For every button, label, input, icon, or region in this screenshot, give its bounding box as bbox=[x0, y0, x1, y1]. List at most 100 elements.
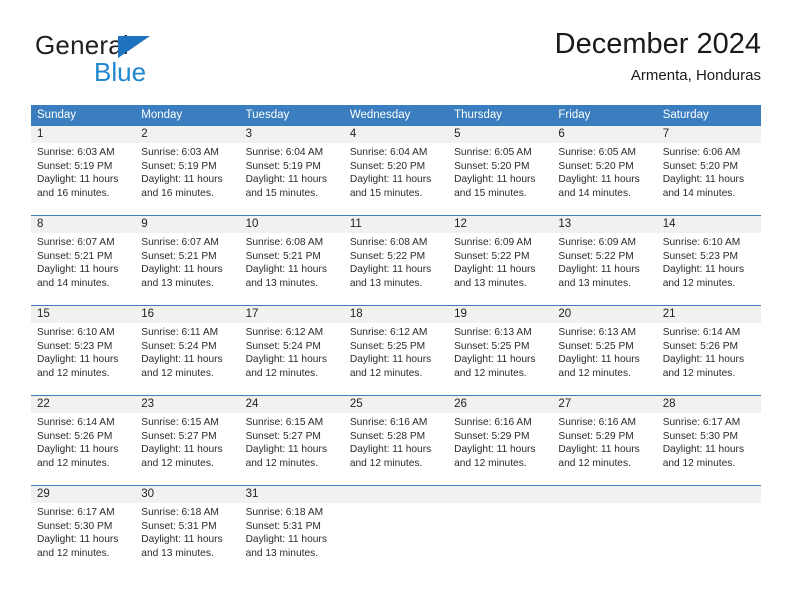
day-cell[interactable]: 20 Sunrise: 6:13 AM Sunset: 5:25 PM Dayl… bbox=[552, 306, 657, 395]
day-sun-info: Sunrise: 6:09 AM Sunset: 5:22 PM Dayligh… bbox=[558, 237, 640, 289]
day-number: 16 bbox=[135, 306, 240, 323]
day-cell[interactable]: 27 Sunrise: 6:16 AM Sunset: 5:29 PM Dayl… bbox=[552, 396, 657, 485]
day-number: 21 bbox=[656, 306, 761, 323]
day-cell[interactable]: 22 Sunrise: 6:14 AM Sunset: 5:26 PM Dayl… bbox=[31, 396, 136, 485]
day-number: 3 bbox=[239, 126, 344, 143]
day-cell[interactable]: 25 Sunrise: 6:16 AM Sunset: 5:28 PM Dayl… bbox=[343, 396, 449, 485]
day-cell[interactable]: 29 Sunrise: 6:17 AM Sunset: 5:30 PM Dayl… bbox=[31, 486, 136, 575]
day-sun-info: Sunrise: 6:13 AM Sunset: 5:25 PM Dayligh… bbox=[454, 327, 536, 379]
logo-text-general: General bbox=[35, 30, 129, 60]
day-number: 11 bbox=[343, 216, 449, 233]
day-cell[interactable]: 14 Sunrise: 6:10 AM Sunset: 5:23 PM Dayl… bbox=[656, 216, 761, 305]
day-sun-info: Sunrise: 6:03 AM Sunset: 5:19 PM Dayligh… bbox=[141, 147, 223, 199]
calendar-page: General Blue December 2024 Armenta, Hond… bbox=[0, 0, 792, 612]
day-sun-info: Sunrise: 6:05 AM Sunset: 5:20 PM Dayligh… bbox=[558, 147, 640, 199]
day-cell[interactable]: 21 Sunrise: 6:14 AM Sunset: 5:26 PM Dayl… bbox=[656, 306, 761, 395]
day-cell[interactable]: 31 Sunrise: 6:18 AM Sunset: 5:31 PM Dayl… bbox=[239, 486, 344, 575]
page-header: General Blue December 2024 Armenta, Hond… bbox=[31, 26, 761, 100]
day-sun-info: Sunrise: 6:04 AM Sunset: 5:19 PM Dayligh… bbox=[245, 147, 327, 199]
day-number bbox=[343, 486, 449, 503]
week-row: 1 Sunrise: 6:03 AM Sunset: 5:19 PM Dayli… bbox=[31, 126, 761, 215]
day-cell-empty bbox=[343, 486, 449, 575]
day-cell[interactable]: 4 Sunrise: 6:04 AM Sunset: 5:20 PM Dayli… bbox=[343, 126, 449, 215]
weekday-header-thursday: Thursday bbox=[454, 109, 503, 121]
day-number: 7 bbox=[656, 126, 761, 143]
day-cell[interactable]: 28 Sunrise: 6:17 AM Sunset: 5:30 PM Dayl… bbox=[656, 396, 761, 485]
page-subtitle: Armenta, Honduras bbox=[630, 67, 761, 84]
day-cell[interactable]: 18 Sunrise: 6:12 AM Sunset: 5:25 PM Dayl… bbox=[343, 306, 449, 395]
day-number: 24 bbox=[239, 396, 344, 413]
day-number: 27 bbox=[552, 396, 657, 413]
day-sun-info: Sunrise: 6:16 AM Sunset: 5:28 PM Dayligh… bbox=[349, 417, 432, 469]
day-number: 15 bbox=[31, 306, 136, 323]
day-number: 2 bbox=[135, 126, 240, 143]
day-number: 10 bbox=[239, 216, 344, 233]
day-sun-info: Sunrise: 6:07 AM Sunset: 5:21 PM Dayligh… bbox=[141, 237, 223, 289]
day-sun-info: Sunrise: 6:08 AM Sunset: 5:22 PM Dayligh… bbox=[349, 237, 432, 289]
day-cell[interactable]: 7 Sunrise: 6:06 AM Sunset: 5:20 PM Dayli… bbox=[656, 126, 761, 215]
day-sun-info: Sunrise: 6:12 AM Sunset: 5:25 PM Dayligh… bbox=[349, 327, 432, 379]
day-cell[interactable]: 5 Sunrise: 6:05 AM Sunset: 5:20 PM Dayli… bbox=[448, 126, 553, 215]
day-sun-info: Sunrise: 6:03 AM Sunset: 5:19 PM Dayligh… bbox=[37, 147, 119, 199]
week-row: 22 Sunrise: 6:14 AM Sunset: 5:26 PM Dayl… bbox=[31, 395, 761, 485]
day-cell[interactable]: 9 Sunrise: 6:07 AM Sunset: 5:21 PM Dayli… bbox=[135, 216, 240, 305]
day-cell[interactable]: 24 Sunrise: 6:15 AM Sunset: 5:27 PM Dayl… bbox=[239, 396, 344, 485]
day-sun-info: Sunrise: 6:14 AM Sunset: 5:26 PM Dayligh… bbox=[662, 327, 745, 379]
day-sun-info: Sunrise: 6:18 AM Sunset: 5:31 PM Dayligh… bbox=[245, 507, 327, 559]
day-cell[interactable]: 17 Sunrise: 6:12 AM Sunset: 5:24 PM Dayl… bbox=[239, 306, 344, 395]
page-title: December 2024 bbox=[554, 28, 761, 60]
day-cell[interactable]: 2 Sunrise: 6:03 AM Sunset: 5:19 PM Dayli… bbox=[135, 126, 240, 215]
day-cell[interactable]: 30 Sunrise: 6:18 AM Sunset: 5:31 PM Dayl… bbox=[135, 486, 240, 575]
day-cell[interactable]: 10 Sunrise: 6:08 AM Sunset: 5:21 PM Dayl… bbox=[239, 216, 344, 305]
day-number: 6 bbox=[552, 126, 657, 143]
day-number bbox=[448, 486, 553, 503]
day-number: 20 bbox=[552, 306, 657, 323]
day-number: 4 bbox=[343, 126, 449, 143]
day-sun-info: Sunrise: 6:16 AM Sunset: 5:29 PM Dayligh… bbox=[454, 417, 536, 469]
day-sun-info: Sunrise: 6:11 AM Sunset: 5:24 PM Dayligh… bbox=[141, 327, 223, 379]
day-number: 14 bbox=[656, 216, 761, 233]
day-cell-empty bbox=[448, 486, 553, 575]
day-sun-info: Sunrise: 6:15 AM Sunset: 5:27 PM Dayligh… bbox=[245, 417, 327, 469]
day-sun-info: Sunrise: 6:05 AM Sunset: 5:20 PM Dayligh… bbox=[454, 147, 536, 199]
logo-triangle-icon bbox=[118, 36, 150, 58]
day-sun-info bbox=[552, 503, 656, 506]
day-sun-info bbox=[344, 503, 448, 506]
day-number: 25 bbox=[343, 396, 449, 413]
day-cell[interactable]: 15 Sunrise: 6:10 AM Sunset: 5:23 PM Dayl… bbox=[31, 306, 136, 395]
day-number: 12 bbox=[448, 216, 553, 233]
weekday-header-sunday: Sunday bbox=[37, 109, 77, 121]
day-number bbox=[656, 486, 761, 503]
week-row: 8 Sunrise: 6:07 AM Sunset: 5:21 PM Dayli… bbox=[31, 215, 761, 305]
day-cell[interactable]: 1 Sunrise: 6:03 AM Sunset: 5:19 PM Dayli… bbox=[31, 126, 136, 215]
day-cell[interactable]: 11 Sunrise: 6:08 AM Sunset: 5:22 PM Dayl… bbox=[343, 216, 449, 305]
day-number: 22 bbox=[31, 396, 136, 413]
weekday-header-row: Sunday Monday Tuesday Wednesday Thursday… bbox=[31, 105, 761, 126]
day-cell[interactable]: 23 Sunrise: 6:15 AM Sunset: 5:27 PM Dayl… bbox=[135, 396, 240, 485]
day-sun-info: Sunrise: 6:17 AM Sunset: 5:30 PM Dayligh… bbox=[37, 507, 119, 559]
day-sun-info: Sunrise: 6:12 AM Sunset: 5:24 PM Dayligh… bbox=[245, 327, 327, 379]
day-sun-info: Sunrise: 6:10 AM Sunset: 5:23 PM Dayligh… bbox=[662, 237, 745, 289]
day-cell-empty bbox=[656, 486, 761, 575]
day-cell[interactable]: 26 Sunrise: 6:16 AM Sunset: 5:29 PM Dayl… bbox=[448, 396, 553, 485]
day-cell[interactable]: 6 Sunrise: 6:05 AM Sunset: 5:20 PM Dayli… bbox=[552, 126, 657, 215]
day-cell[interactable]: 3 Sunrise: 6:04 AM Sunset: 5:19 PM Dayli… bbox=[239, 126, 344, 215]
day-cell[interactable]: 12 Sunrise: 6:09 AM Sunset: 5:22 PM Dayl… bbox=[448, 216, 553, 305]
day-cell[interactable]: 16 Sunrise: 6:11 AM Sunset: 5:24 PM Dayl… bbox=[135, 306, 240, 395]
day-sun-info: Sunrise: 6:13 AM Sunset: 5:25 PM Dayligh… bbox=[558, 327, 640, 379]
day-sun-info bbox=[448, 503, 552, 506]
day-cell-empty bbox=[552, 486, 657, 575]
day-cell[interactable]: 19 Sunrise: 6:13 AM Sunset: 5:25 PM Dayl… bbox=[448, 306, 553, 395]
day-cell[interactable]: 13 Sunrise: 6:09 AM Sunset: 5:22 PM Dayl… bbox=[552, 216, 657, 305]
day-number: 23 bbox=[135, 396, 240, 413]
day-number: 17 bbox=[239, 306, 344, 323]
day-number: 28 bbox=[656, 396, 761, 413]
weekday-header-saturday: Saturday bbox=[662, 109, 709, 121]
day-sun-info: Sunrise: 6:07 AM Sunset: 5:21 PM Dayligh… bbox=[37, 237, 119, 289]
weekday-header-tuesday: Tuesday bbox=[245, 109, 290, 121]
day-number: 18 bbox=[343, 306, 449, 323]
day-number: 13 bbox=[552, 216, 657, 233]
general-blue-logo[interactable]: General Blue bbox=[35, 30, 245, 92]
day-cell[interactable]: 8 Sunrise: 6:07 AM Sunset: 5:21 PM Dayli… bbox=[31, 216, 136, 305]
day-sun-info: Sunrise: 6:08 AM Sunset: 5:21 PM Dayligh… bbox=[245, 237, 327, 289]
